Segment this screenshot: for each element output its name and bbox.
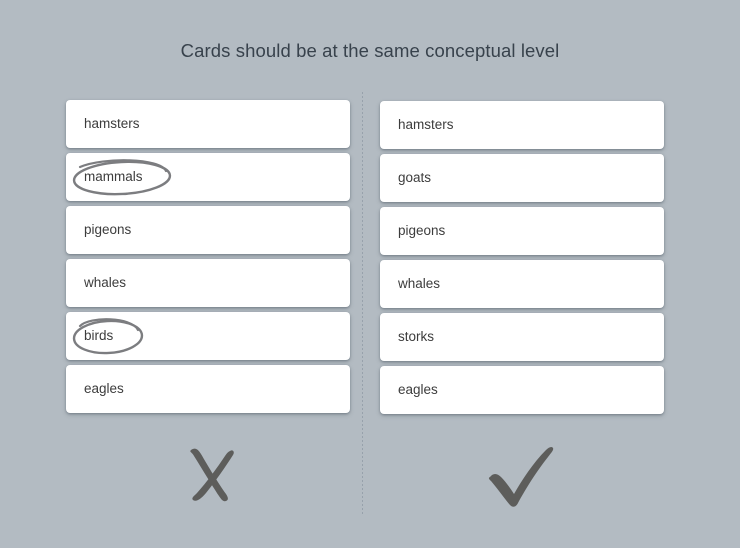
check-mark-icon bbox=[462, 428, 582, 518]
concept-card[interactable]: eagles bbox=[66, 365, 350, 413]
concept-card[interactable]: birds bbox=[66, 312, 350, 360]
slide-canvas: Cards should be at the same conceptual l… bbox=[0, 0, 740, 548]
column-divider bbox=[362, 92, 363, 515]
concept-card[interactable]: storks bbox=[380, 313, 664, 361]
concept-card[interactable]: whales bbox=[66, 259, 350, 307]
concept-card-label: hamsters bbox=[84, 116, 140, 132]
concept-card-label: whales bbox=[84, 275, 127, 291]
concept-card[interactable]: hamsters bbox=[66, 100, 350, 148]
concept-card[interactable]: mammals bbox=[66, 153, 350, 201]
concept-card[interactable]: goats bbox=[380, 154, 664, 202]
concept-card-label: whales bbox=[398, 276, 441, 292]
concept-card-label: pigeons bbox=[398, 223, 446, 239]
concept-card-label: birds bbox=[84, 328, 114, 344]
page-title: Cards should be at the same conceptual l… bbox=[180, 40, 560, 61]
card-column-bad-example: hamsters mammals pigeons whales birds eagles bbox=[66, 100, 350, 418]
concept-card[interactable]: pigeons bbox=[380, 207, 664, 255]
concept-card-label: eagles bbox=[84, 381, 124, 397]
concept-card-label: mammals bbox=[84, 169, 143, 185]
concept-card-label: hamsters bbox=[398, 117, 454, 133]
concept-card-label: eagles bbox=[398, 382, 438, 398]
concept-card[interactable]: whales bbox=[380, 260, 664, 308]
cross-mark-icon bbox=[150, 428, 270, 518]
concept-card-label: goats bbox=[398, 170, 432, 186]
concept-card-label: storks bbox=[398, 329, 435, 345]
concept-card-label: pigeons bbox=[84, 222, 132, 238]
concept-card[interactable]: eagles bbox=[380, 366, 664, 414]
card-column-good-example: hamsters goats pigeons whales storks eagles bbox=[380, 101, 664, 419]
concept-card[interactable]: hamsters bbox=[380, 101, 664, 149]
concept-card[interactable]: pigeons bbox=[66, 206, 350, 254]
